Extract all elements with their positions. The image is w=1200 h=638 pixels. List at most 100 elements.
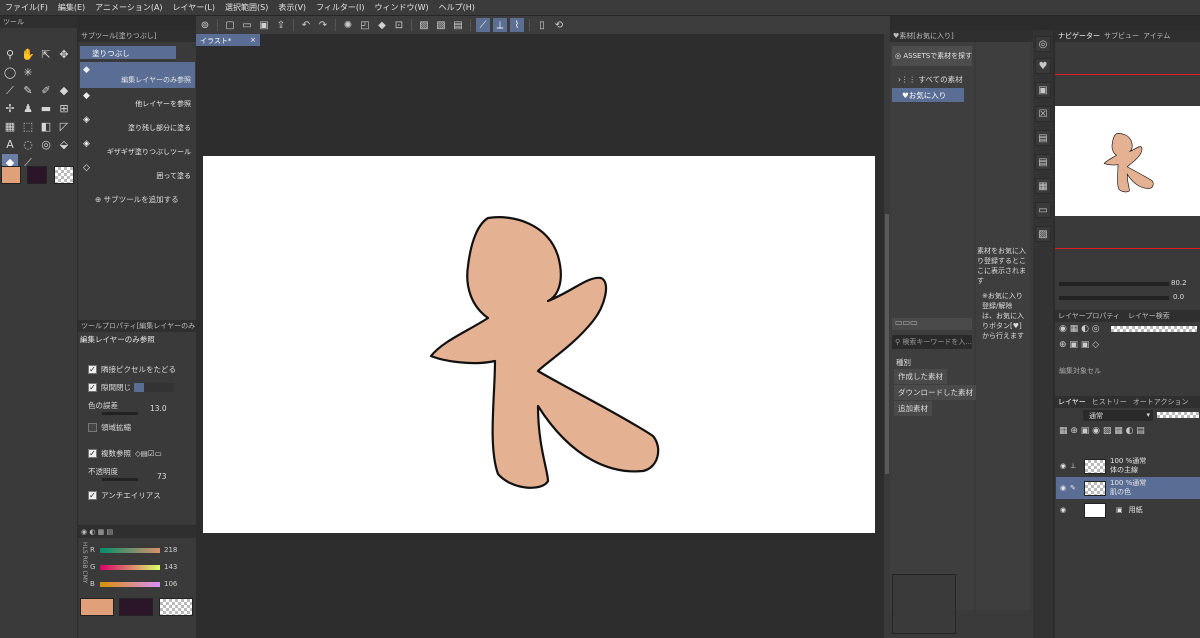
gradient-icon[interactable]: ▦ <box>2 118 18 134</box>
redo-icon[interactable]: ↷ <box>316 18 330 32</box>
undo-icon[interactable]: ↶ <box>299 18 313 32</box>
subtool-group[interactable]: 塗りつぶし <box>80 46 176 59</box>
subtool-item-other-layer[interactable]: ◆ 他レイヤーを参照 <box>80 88 195 112</box>
opacity-bar[interactable] <box>1157 412 1199 418</box>
tree-item-all[interactable]: ›⋮⋮ すべての素材 <box>898 74 963 85</box>
color-mode-tabs[interactable]: HLS RGB CMY <box>80 542 88 583</box>
type-downloaded[interactable]: ダウンロードした素材 <box>894 385 977 400</box>
area-scaling-option[interactable]: 領域拡縮 <box>88 422 131 433</box>
tool-property-tab[interactable]: ツールプロパティ[編集レイヤーのみ <box>81 321 195 331</box>
material-folder-icon[interactable]: ▤ <box>1035 154 1051 170</box>
canvas-tab[interactable]: イラスト* × <box>196 34 260 46</box>
eraser-icon[interactable]: ▬ <box>38 100 54 116</box>
b-slider[interactable] <box>100 582 160 587</box>
g-value[interactable]: 143 <box>164 563 177 571</box>
tab-auto-action[interactable]: オートアクション <box>1133 397 1189 407</box>
transform-icon[interactable]: ⊡ <box>392 18 406 32</box>
menu-window[interactable]: ウィンドウ(W) <box>370 2 434 13</box>
selection-show-icon[interactable]: ▤ <box>451 18 465 32</box>
fill-icon[interactable]: ◆ <box>375 18 389 32</box>
material-folder-icon[interactable]: ▦ <box>1035 178 1051 194</box>
material-folder-icon[interactable]: ☒ <box>1035 106 1051 122</box>
frame-icon[interactable]: ◧ <box>38 118 54 134</box>
main-color-swatch[interactable] <box>80 598 114 616</box>
assets-button[interactable]: ◎ ASSETSで素材を探す <box>892 46 972 66</box>
tab-subview[interactable]: サブビュー <box>1104 31 1139 41</box>
subtool-item-lasso-fill[interactable]: ◇ 囲って塗る <box>80 160 195 184</box>
material-folder-icon[interactable]: ▤ <box>1035 130 1051 146</box>
material-header-label[interactable]: 素材[お気に入り] <box>899 31 953 41</box>
favorite-material-icon[interactable]: ♥ <box>1035 58 1051 74</box>
zoom-slider[interactable] <box>1059 282 1169 286</box>
blend-mode-select[interactable]: 通常 ▾ <box>1083 410 1153 421</box>
eyedropper-icon[interactable]: ⟋ <box>2 82 18 98</box>
main-color-swatch[interactable] <box>1 166 21 184</box>
eraser2-icon[interactable]: ⬙ <box>56 136 72 152</box>
invert-icon[interactable]: ▧ <box>434 18 448 32</box>
airbrush-icon[interactable]: ✢ <box>2 100 18 116</box>
r-slider[interactable] <box>100 548 160 553</box>
adjacent-pixel-option[interactable]: ✓ 隣接ピクセルをたどる <box>88 364 176 375</box>
reference-option[interactable]: ✓ 複数参照 ◇▤☑▭ <box>88 448 162 459</box>
type-created[interactable]: 作成した素材 <box>894 369 947 384</box>
layer-toolbar-icons[interactable]: ▦ ⊕ ▣ ◉ ▨ ▦ ◐ ▤ <box>1059 426 1145 436</box>
checkbox[interactable] <box>88 423 97 432</box>
material-folder-icon[interactable]: ▨ <box>1035 226 1051 242</box>
layer-color-bar[interactable] <box>1111 326 1197 332</box>
color-wheel-icon[interactable]: ◉ ◐ ▦ ▤ <box>81 528 113 536</box>
color-margin-value[interactable]: 13.0 <box>150 404 167 413</box>
material-icon[interactable]: ◎ <box>1035 36 1051 52</box>
g-slider[interactable] <box>100 565 160 570</box>
menu-filter[interactable]: フィルター(I) <box>311 2 369 13</box>
subtool-item-close-gap[interactable]: ◈ 塗り残し部分に塗る <box>80 112 195 136</box>
lasso-icon[interactable]: ◯ <box>2 64 18 80</box>
menu-edit[interactable]: 編集(E) <box>53 2 90 13</box>
canvas-paper[interactable] <box>203 156 875 533</box>
rotate-value[interactable]: 0.0 <box>1173 293 1184 301</box>
close-gap-option[interactable]: ✓ 隙間閉じ <box>88 382 174 393</box>
check-icon[interactable]: ✓ <box>88 365 97 374</box>
check-icon[interactable]: ✓ <box>88 383 97 392</box>
move-icon[interactable]: ✥ <box>56 46 72 62</box>
deselect-icon[interactable]: ▨ <box>417 18 431 32</box>
sub-color-swatch[interactable] <box>119 598 153 616</box>
clear-icon[interactable]: ◰ <box>358 18 372 32</box>
menu-animation[interactable]: アニメーション(A) <box>90 2 167 13</box>
check-icon[interactable]: ✓ <box>88 491 97 500</box>
color-margin-slider[interactable] <box>102 412 138 415</box>
opacity-value[interactable]: 73 <box>157 472 167 481</box>
magic-wand-icon[interactable]: ✳ <box>20 64 36 80</box>
subtool-tab[interactable]: サブツール[塗りつぶし] <box>81 31 157 41</box>
save-icon[interactable]: ▣ <box>257 18 271 32</box>
reference-icons[interactable]: ⊕ ▣ ▣ ◇ <box>1059 340 1099 350</box>
menu-layer[interactable]: レイヤー(L) <box>168 2 220 13</box>
pen-icon[interactable]: ✎ <box>20 82 36 98</box>
subtool-item-jagged[interactable]: ◈ ギザギザ塗りつぶしツール <box>80 136 195 160</box>
layer-effect-icons[interactable]: ◉ ▦ ◐ ◎ <box>1059 324 1100 334</box>
companion-icon[interactable]: ⟲ <box>552 18 566 32</box>
add-subtool-button[interactable]: ⊕ サブツールを追加する <box>95 194 179 205</box>
tool-tab[interactable]: ツール <box>3 17 24 27</box>
transparent-color-swatch[interactable] <box>159 598 193 616</box>
material-folder-icon[interactable]: ▣ <box>1035 82 1051 98</box>
figure-icon[interactable]: ⬚ <box>20 118 36 134</box>
operation-icon[interactable]: ⇱ <box>38 46 54 62</box>
correct-line-icon[interactable]: ◎ <box>38 136 54 152</box>
rotate-slider[interactable] <box>1059 296 1169 300</box>
menu-file[interactable]: ファイル(F) <box>0 2 53 13</box>
transparent-color-swatch[interactable] <box>54 166 74 184</box>
sub-color-swatch[interactable] <box>27 166 47 184</box>
reference-mode-icons[interactable]: ◇▤☑▭ <box>135 449 162 458</box>
pencil-icon[interactable]: ✐ <box>38 82 54 98</box>
snap-ruler-icon[interactable]: ⟂ <box>493 18 507 32</box>
eye-icon[interactable]: ◉ <box>1056 506 1070 514</box>
b-value[interactable]: 106 <box>164 580 177 588</box>
loading-icon[interactable]: ✺ <box>341 18 355 32</box>
folder-icon[interactable]: ▭▭▭ <box>892 318 918 327</box>
layer-row[interactable]: ◉ ▣ 用紙 <box>1056 499 1200 521</box>
zoom-value[interactable]: 80.2 <box>1171 279 1187 287</box>
navigator-preview[interactable] <box>1055 106 1200 216</box>
check-icon[interactable]: ✓ <box>88 449 97 458</box>
hand-icon[interactable]: ✋ <box>20 46 36 62</box>
text-icon[interactable]: A <box>2 136 18 152</box>
